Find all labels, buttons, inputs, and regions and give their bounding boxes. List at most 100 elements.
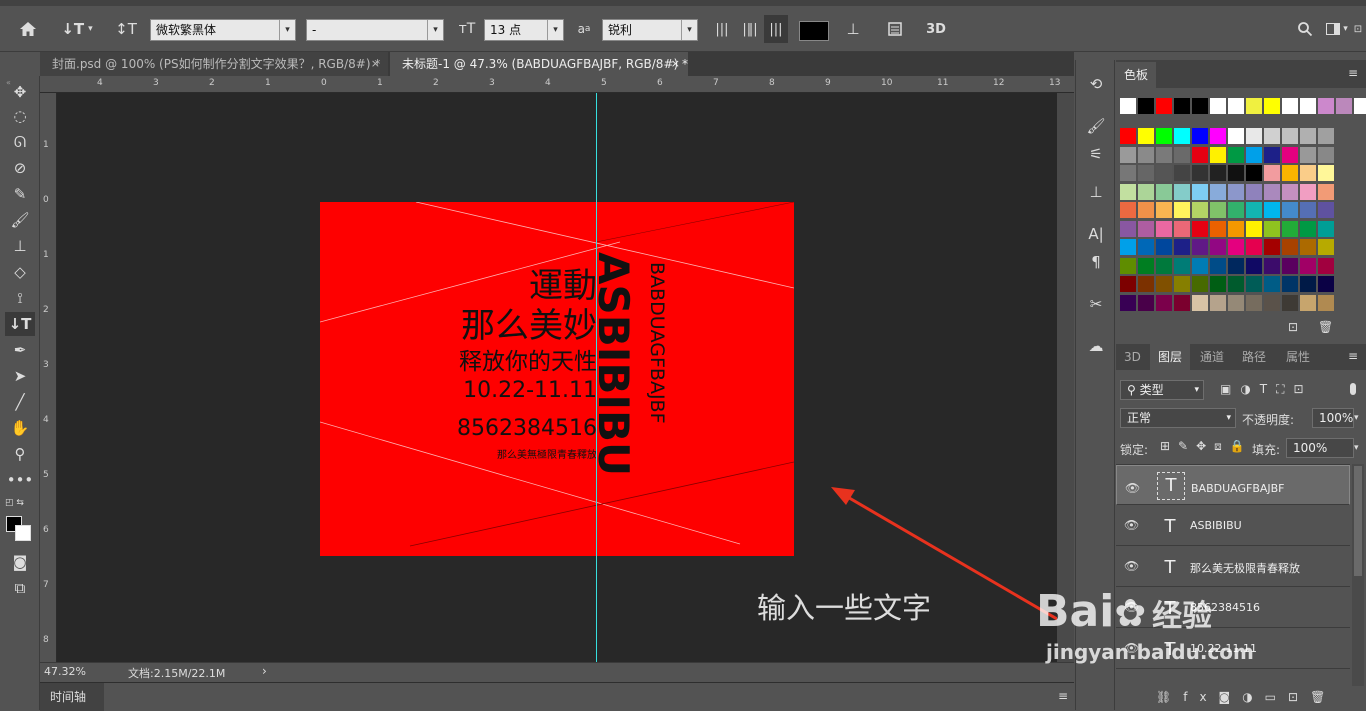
color-swatch[interactable] [1138,239,1154,255]
character-panel-icon[interactable] [882,15,908,43]
color-swatch[interactable] [1282,128,1298,144]
color-swatch[interactable] [1300,183,1316,200]
share-icon[interactable]: ⊡ [1352,15,1364,43]
color-swatch[interactable] [1228,239,1244,255]
vertical-ruler[interactable]: 2 1 0 1 2 3 4 5 6 7 8 [40,93,57,662]
color-swatch[interactable] [1174,98,1190,114]
marquee-tool-icon[interactable]: ◌ [5,104,35,128]
color-swatch[interactable] [1156,239,1172,255]
color-swatch[interactable] [1192,128,1208,144]
filter-toggle[interactable] [1348,380,1358,398]
color-swatch[interactable] [1192,183,1208,200]
tab-swatches[interactable]: 色板 [1116,62,1157,88]
layer-footer-icons[interactable]: ⛓fx◙◑▭⊡🗑 [1156,690,1337,704]
color-swatch[interactable] [1120,128,1136,144]
color-swatch[interactable] [1264,220,1280,237]
color-swatch[interactable] [1246,276,1262,292]
color-swatch[interactable] [1246,165,1262,181]
color-swatch[interactable] [1138,128,1154,144]
color-swatch[interactable] [1300,294,1316,311]
color-swatch[interactable] [1174,165,1190,181]
eye-icon[interactable]: 👁 [1125,478,1140,498]
color-swatch[interactable] [1210,165,1226,181]
color-swatch[interactable] [1300,276,1316,292]
blend-mode-select[interactable]: 正常 ▾ [1120,408,1236,428]
horizontal-ruler[interactable]: 432101234567891011121314 [40,76,1074,93]
color-swatch[interactable] [1120,202,1136,218]
color-swatch[interactable] [1210,146,1226,163]
vertical-type-tool-preset-icon[interactable]: ↓T ▾ [54,15,100,43]
text-color-swatch[interactable] [799,21,829,41]
timeline-tab[interactable]: 时间轴 [40,683,104,711]
vertical-scrollbar[interactable] [1057,93,1074,662]
line-tool-icon[interactable]: ╱ [5,390,35,414]
lock-icons[interactable]: ⊞✎✥⧈🔒 [1160,439,1253,454]
color-swatch[interactable] [1156,146,1172,163]
tab-3d[interactable]: 3D [1116,344,1149,370]
close-icon[interactable]: × [671,52,680,76]
font-size-select[interactable]: 13 点 ▾ [484,19,564,41]
more-tools-icon[interactable]: ••• [5,468,35,492]
color-swatch[interactable] [1120,183,1136,200]
color-swatch[interactable] [1228,165,1244,181]
color-swatch[interactable] [1300,202,1316,218]
color-swatch[interactable] [1264,257,1280,274]
eye-icon[interactable]: 👁 [1124,559,1139,573]
layer-filter-select[interactable]: ⚲ 类型 ▾ [1120,380,1204,400]
color-swatch[interactable] [1120,294,1136,311]
color-swatch[interactable] [1246,294,1262,311]
color-swatch[interactable] [1282,276,1298,292]
tab-untitled-1[interactable]: 未标题-1 @ 47.3% (BABDUAGFBAJBF, RGB/8#) * … [390,52,688,76]
warp-text-icon[interactable]: ⊥ [840,15,866,43]
font-family-select[interactable]: 微软繁黑体 ▾ [150,19,296,41]
color-swatch[interactable] [1156,257,1172,274]
layer-row[interactable]: 👁 T 那么美无极限青春释放 [1116,547,1350,587]
color-swatch[interactable] [1246,98,1262,114]
color-swatch[interactable] [1138,165,1154,181]
color-swatch[interactable] [1174,276,1190,292]
color-swatch[interactable] [1192,257,1208,274]
color-swatch[interactable] [1156,128,1172,144]
color-swatch[interactable] [1228,146,1244,163]
color-swatch[interactable] [1336,98,1352,114]
lasso-tool-icon[interactable]: ᘏ [5,130,35,154]
canvas-area[interactable]: 運動 那么美妙 释放你的天性 10.22-11.11 8562384516 那么… [57,93,1057,662]
color-swatch[interactable] [1174,128,1190,144]
default-colors-icon[interactable]: ◰ ⇆ [5,498,24,508]
color-swatch[interactable] [1264,202,1280,218]
color-swatch[interactable] [1210,98,1226,114]
3d-button[interactable]: 3D [922,15,950,43]
workspace-icon[interactable]: ▾ [1322,15,1352,43]
eraser-tool-icon[interactable]: ◇ [5,260,35,284]
color-swatch[interactable] [1318,294,1334,311]
color-swatch[interactable] [1156,294,1172,311]
color-swatch[interactable] [1156,202,1172,218]
color-swatch[interactable] [1210,128,1226,144]
paint-bucket-tool-icon[interactable]: ⟟ [5,286,35,310]
align-top-icon[interactable]: ||| [710,15,734,43]
color-swatch[interactable] [1174,257,1190,274]
color-swatch[interactable] [1138,294,1154,311]
swatch-grid[interactable] [1116,90,1366,312]
color-swatch[interactable] [1246,257,1262,274]
color-swatch[interactable] [1246,220,1262,237]
color-swatch[interactable] [1228,183,1244,200]
panel-menu-icon[interactable]: ≡ [1348,349,1358,363]
color-swatch[interactable] [1354,98,1366,114]
color-swatch[interactable] [1300,98,1316,114]
vertical-type-tool-icon[interactable]: ↓T [5,312,35,336]
color-swatch[interactable] [1156,165,1172,181]
color-swatch[interactable] [1192,146,1208,163]
layers-scrollbar[interactable] [1352,464,1364,686]
quick-mask-icon[interactable]: ◙ [5,550,35,574]
color-swatch[interactable] [1318,257,1334,274]
color-swatch[interactable] [1210,276,1226,292]
antialias-select[interactable]: 锐利 ▾ [602,19,698,41]
color-swatch[interactable] [1282,146,1298,163]
color-swatch[interactable] [1156,276,1172,292]
tab-layers[interactable]: 图层 [1150,344,1191,370]
color-swatch[interactable] [1192,220,1208,237]
color-swatch[interactable] [1264,294,1280,311]
color-swatch[interactable] [1246,183,1262,200]
path-selection-tool-icon[interactable]: ➤ [5,364,35,388]
